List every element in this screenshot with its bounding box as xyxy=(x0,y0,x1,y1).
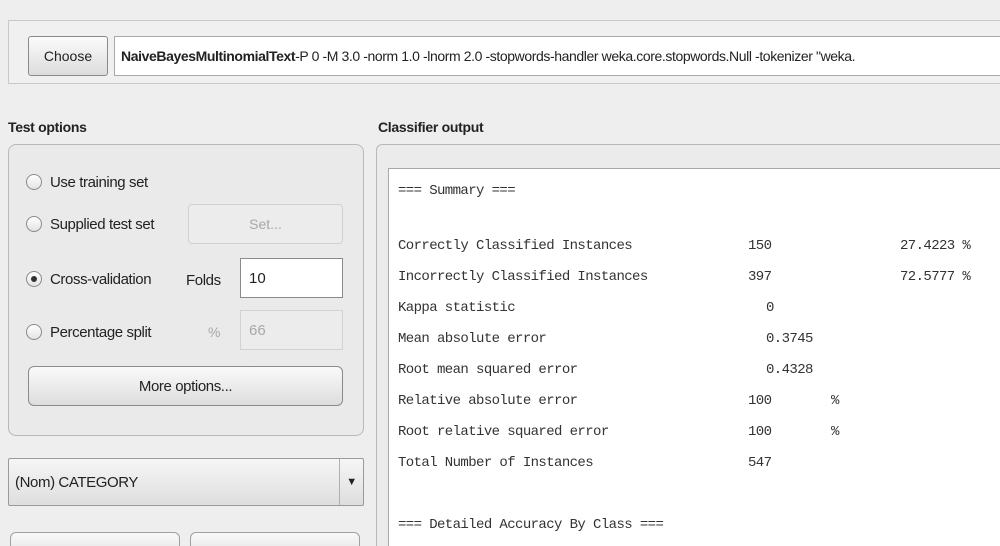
folds-input[interactable]: 10 xyxy=(240,258,343,298)
class-attribute-value: (Nom) CATEGORY xyxy=(15,473,139,491)
percentage-split-input[interactable]: 66 xyxy=(240,310,343,350)
stop-button[interactable] xyxy=(190,532,360,546)
stat-value: 0 xyxy=(766,300,774,316)
stat-value: 547 xyxy=(748,455,772,471)
more-options-button[interactable]: More options... xyxy=(28,366,343,406)
dropdown-arrow-icon[interactable]: ▼ xyxy=(339,459,363,505)
set-test-set-button[interactable]: Set... xyxy=(188,204,343,244)
cross-validation-option[interactable]: Cross-validation xyxy=(26,268,152,290)
class-attribute-select[interactable]: (Nom) CATEGORY ▼ xyxy=(8,458,364,506)
use-training-set-label: Use training set xyxy=(50,173,148,191)
start-button[interactable] xyxy=(10,532,180,546)
percentage-split-radio[interactable] xyxy=(26,324,42,340)
stat-label: Root mean squared error xyxy=(398,362,578,378)
classifier-scheme-options: -P 0 -M 3.0 -norm 1.0 -lnorm 2.0 -stopwo… xyxy=(295,48,856,64)
stat-label: Mean absolute error xyxy=(398,331,547,347)
classifier-output-text-area[interactable] xyxy=(388,168,1000,546)
stat-value: 150 xyxy=(748,238,772,254)
cross-validation-label: Cross-validation xyxy=(50,270,152,288)
stat-label: Incorrectly Classified Instances xyxy=(398,269,648,285)
stat-label: Correctly Classified Instances xyxy=(398,238,633,254)
supplied-test-set-option[interactable]: Supplied test set xyxy=(26,213,155,235)
weka-classify-panel: Choose NaiveBayesMultinomialText -P 0 -M… xyxy=(0,0,1000,546)
classifier-scheme-name: NaiveBayesMultinomialText xyxy=(121,48,296,64)
detailed-accuracy-header: === Detailed Accuracy By Class === xyxy=(398,517,664,533)
stat-value: 0.3745 xyxy=(766,331,813,347)
use-training-set-radio[interactable] xyxy=(26,174,42,190)
stat-label: Total Number of Instances xyxy=(398,455,594,471)
stat-label: Kappa statistic xyxy=(398,300,516,316)
supplied-test-set-radio[interactable] xyxy=(26,216,42,232)
classifier-scheme-field[interactable]: NaiveBayesMultinomialText -P 0 -M 3.0 -n… xyxy=(114,36,1000,76)
percent-sign-label: % xyxy=(208,324,221,340)
stat-value: 0.4328 xyxy=(766,362,813,378)
stat-unit: % xyxy=(831,424,839,440)
stat-value: 397 xyxy=(748,269,772,285)
classifier-output-title: Classifier output xyxy=(378,119,484,135)
stat-label: Relative absolute error xyxy=(398,393,578,409)
percentage-split-option[interactable]: Percentage split xyxy=(26,321,152,343)
test-options-title: Test options xyxy=(8,119,87,135)
stat-value: 100 xyxy=(748,424,772,440)
stat-percent: 27.4223 % xyxy=(900,238,971,254)
use-training-set-option[interactable]: Use training set xyxy=(26,171,148,193)
stat-value: 100 xyxy=(748,393,772,409)
choose-classifier-button[interactable]: Choose xyxy=(28,36,108,76)
stat-unit: % xyxy=(831,393,839,409)
supplied-test-set-label: Supplied test set xyxy=(50,215,155,233)
percentage-split-label: Percentage split xyxy=(50,323,152,341)
stat-percent: 72.5777 % xyxy=(900,269,971,285)
stat-label: Root relative squared error xyxy=(398,424,609,440)
summary-header: === Summary === xyxy=(398,183,516,199)
cross-validation-radio[interactable] xyxy=(26,271,42,287)
folds-label: Folds xyxy=(186,272,221,289)
